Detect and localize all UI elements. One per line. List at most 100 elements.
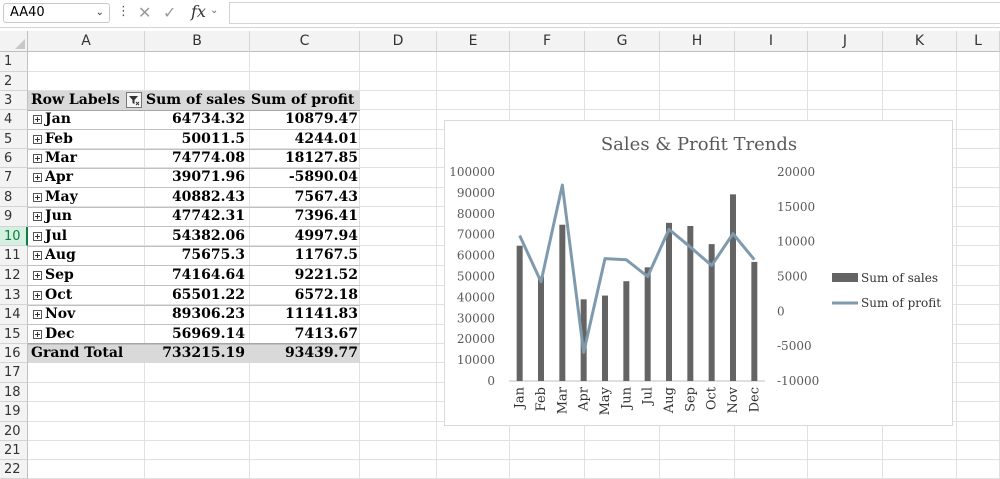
- expand-plus-icon[interactable]: [33, 291, 42, 300]
- pivot-total-sales[interactable]: 733215.19: [145, 344, 245, 363]
- column-header-g[interactable]: G: [585, 31, 660, 52]
- pivot-row-sales[interactable]: 65501.22: [145, 286, 245, 305]
- select-all-corner[interactable]: [0, 31, 28, 52]
- row-header-22[interactable]: 22: [0, 460, 28, 479]
- pivot-row-sales[interactable]: 89306.23: [145, 305, 245, 324]
- pivot-row-sales[interactable]: 50011.5: [145, 130, 245, 149]
- pivot-row-label[interactable]: Aug: [45, 246, 76, 265]
- column-header-f[interactable]: F: [510, 31, 585, 52]
- chevron-down-icon[interactable]: ⌄: [96, 4, 104, 22]
- enter-check-icon[interactable]: ✓: [163, 3, 176, 22]
- name-box[interactable]: AA40 ⌄: [3, 3, 110, 23]
- row-header-20[interactable]: 20: [0, 422, 28, 441]
- pivot-row-profit[interactable]: 11141.83: [250, 305, 358, 324]
- column-header-d[interactable]: D: [360, 31, 437, 52]
- row-header-8[interactable]: 8: [0, 188, 28, 207]
- pivot-total-profit[interactable]: 93439.77: [250, 344, 358, 363]
- row-header-18[interactable]: 18: [0, 383, 28, 402]
- row-header-21[interactable]: 21: [0, 441, 28, 460]
- pivot-row-profit[interactable]: 7413.67: [250, 325, 358, 344]
- row-header-14[interactable]: 14: [0, 305, 28, 325]
- expand-plus-icon[interactable]: [33, 310, 42, 319]
- expand-plus-icon[interactable]: [33, 271, 42, 280]
- pivot-row-profit[interactable]: 4244.01: [250, 130, 358, 149]
- formula-input[interactable]: [229, 2, 1000, 24]
- expand-plus-icon[interactable]: [33, 232, 42, 241]
- pivot-row-label[interactable]: Oct: [45, 286, 72, 305]
- pivot-row-label[interactable]: May: [45, 188, 78, 207]
- filter-dropdown-button[interactable]: [126, 92, 142, 108]
- row-header-9[interactable]: 9: [0, 207, 28, 227]
- expand-plus-icon[interactable]: [33, 212, 42, 221]
- row-header-10[interactable]: 10: [0, 227, 28, 246]
- y-axis-tick-label: 0: [487, 374, 495, 388]
- pivot-row-label[interactable]: Sep: [45, 266, 74, 285]
- column-header-j[interactable]: J: [808, 31, 883, 52]
- pivot-header-row-labels[interactable]: Row Labels: [31, 91, 120, 110]
- pivot-row-sales[interactable]: 74164.64: [145, 266, 245, 285]
- row-header-4[interactable]: 4: [0, 110, 28, 130]
- pivot-row-sales[interactable]: 56969.14: [145, 325, 245, 344]
- column-header-e[interactable]: E: [437, 31, 510, 52]
- row-header-5[interactable]: 5: [0, 130, 28, 149]
- pivot-row-sales[interactable]: 54382.06: [145, 227, 245, 246]
- row-header-15[interactable]: 15: [0, 325, 28, 344]
- pivot-row-sales[interactable]: 40882.43: [145, 188, 245, 207]
- pivot-row-profit[interactable]: 4997.94: [250, 227, 358, 246]
- pivot-header-sum-sales[interactable]: Sum of sales: [146, 91, 245, 110]
- more-options-icon[interactable]: ⋮: [117, 4, 130, 19]
- pivot-row-label[interactable]: Apr: [45, 168, 73, 187]
- row-header-13[interactable]: 13: [0, 286, 28, 305]
- expand-plus-icon[interactable]: [33, 193, 42, 202]
- pivot-row-label[interactable]: Jul: [45, 227, 67, 246]
- pivot-row-label[interactable]: Jun: [45, 207, 72, 226]
- pivot-header-sum-profit[interactable]: Sum of profit: [251, 91, 354, 110]
- row-header-17[interactable]: 17: [0, 363, 28, 383]
- expand-plus-icon[interactable]: [33, 115, 42, 124]
- pivot-row-label[interactable]: Nov: [45, 305, 75, 324]
- column-header-c[interactable]: C: [250, 31, 360, 52]
- row-header-1[interactable]: 1: [0, 52, 28, 72]
- fx-chevron-icon[interactable]: ⌄: [210, 5, 218, 16]
- row-header-6[interactable]: 6: [0, 149, 28, 168]
- pivot-row-sales[interactable]: 64734.32: [145, 110, 245, 129]
- expand-plus-icon[interactable]: [33, 330, 42, 339]
- pivot-row-sales[interactable]: 47742.31: [145, 207, 245, 226]
- row-header-19[interactable]: 19: [0, 402, 28, 422]
- expand-plus-icon[interactable]: [33, 251, 42, 260]
- row-header-2[interactable]: 2: [0, 72, 28, 91]
- pivot-row-profit[interactable]: 6572.18: [250, 286, 358, 305]
- pivot-row-sales[interactable]: 39071.96: [145, 168, 245, 187]
- sales-profit-chart[interactable]: Sales & Profit Trends 100000 90000 80000 700…: [444, 120, 953, 426]
- pivot-row-label[interactable]: Feb: [45, 130, 73, 149]
- pivot-row-profit[interactable]: 10879.47: [250, 110, 358, 129]
- column-header-a[interactable]: A: [28, 31, 145, 52]
- column-header-l[interactable]: L: [957, 31, 1000, 52]
- pivot-row-profit[interactable]: 9221.52: [250, 266, 358, 285]
- pivot-row-sales[interactable]: 74774.08: [145, 149, 245, 168]
- column-header-i[interactable]: I: [735, 31, 808, 52]
- pivot-row-label[interactable]: Mar: [45, 149, 77, 168]
- pivot-total-label[interactable]: Grand Total: [31, 344, 123, 363]
- row-header-7[interactable]: 7: [0, 168, 28, 188]
- expand-plus-icon[interactable]: [33, 173, 42, 182]
- pivot-row-profit[interactable]: 11767.5: [250, 246, 358, 265]
- insert-function-icon[interactable]: fx: [191, 2, 206, 21]
- pivot-row-profit[interactable]: -5890.04: [250, 168, 358, 187]
- column-header-h[interactable]: H: [660, 31, 735, 52]
- row-header-12[interactable]: 12: [0, 266, 28, 286]
- pivot-row-profit[interactable]: 7567.43: [250, 188, 358, 207]
- row-header-3[interactable]: 3: [0, 91, 28, 110]
- pivot-row-label[interactable]: Dec: [45, 325, 75, 344]
- cancel-icon[interactable]: ✕: [138, 3, 151, 22]
- row-header-16[interactable]: 16: [0, 344, 28, 363]
- pivot-row-label[interactable]: Jan: [45, 110, 71, 129]
- pivot-row-profit[interactable]: 7396.41: [250, 207, 358, 226]
- pivot-row-sales[interactable]: 75675.3: [145, 246, 245, 265]
- row-header-11[interactable]: 11: [0, 246, 28, 266]
- pivot-row-profit[interactable]: 18127.85: [250, 149, 358, 168]
- expand-plus-icon[interactable]: [33, 154, 42, 163]
- expand-plus-icon[interactable]: [33, 135, 42, 144]
- column-header-k[interactable]: K: [883, 31, 957, 52]
- column-header-b[interactable]: B: [145, 31, 250, 52]
